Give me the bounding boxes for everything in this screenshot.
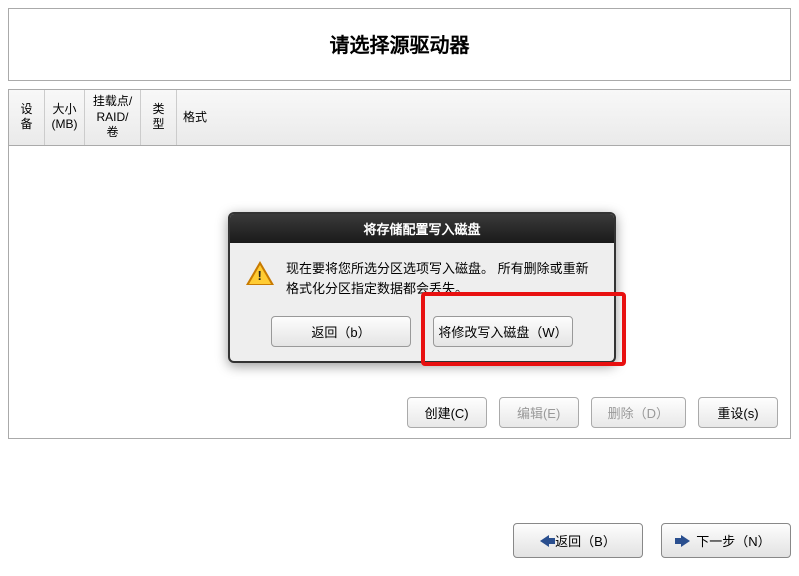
nav-next-label: 下一步（N） xyxy=(696,531,770,550)
nav-back-label: 返回（B） xyxy=(555,531,616,550)
arrow-right-icon xyxy=(681,535,690,547)
arrow-left-icon xyxy=(540,535,549,547)
col-mount[interactable]: 挂载点/RAID/卷 xyxy=(85,90,141,145)
delete-button: 删除（D） xyxy=(591,397,686,428)
dialog-title: 将存储配置写入磁盘 xyxy=(230,214,614,243)
action-row: 创建(C) 编辑(E) 删除（D） 重设(s) xyxy=(407,397,778,428)
table-header: 设备 大小(MB) 挂载点/RAID/卷 类型 格式 xyxy=(9,90,790,146)
col-device[interactable]: 设备 xyxy=(9,90,45,145)
warning-icon: ! xyxy=(246,261,274,287)
write-disk-dialog: 将存储配置写入磁盘 ! 现在要将您所选分区选项写入磁盘。 所有删除或重新格式化分… xyxy=(228,212,616,363)
reset-button[interactable]: 重设(s) xyxy=(698,397,778,428)
nav-next-button[interactable]: 下一步（N） xyxy=(661,523,791,558)
edit-button: 编辑(E) xyxy=(499,397,579,428)
dialog-message: 现在要将您所选分区选项写入磁盘。 所有删除或重新格式化分区指定数据都会丢失。 xyxy=(286,259,598,298)
nav-back-button[interactable]: 返回（B） xyxy=(513,523,643,558)
col-type[interactable]: 类型 xyxy=(141,90,177,145)
dialog-back-button[interactable]: 返回（b） xyxy=(271,316,411,347)
title-bar: 请选择源驱动器 xyxy=(8,8,791,81)
create-button[interactable]: 创建(C) xyxy=(407,397,487,428)
bottom-nav: 返回（B） 下一步（N） xyxy=(513,523,791,558)
col-format[interactable]: 格式 xyxy=(177,90,213,145)
page-title: 请选择源驱动器 xyxy=(9,29,790,58)
col-size[interactable]: 大小(MB) xyxy=(45,90,85,145)
dialog-write-button[interactable]: 将修改写入磁盘（W） xyxy=(433,316,573,347)
